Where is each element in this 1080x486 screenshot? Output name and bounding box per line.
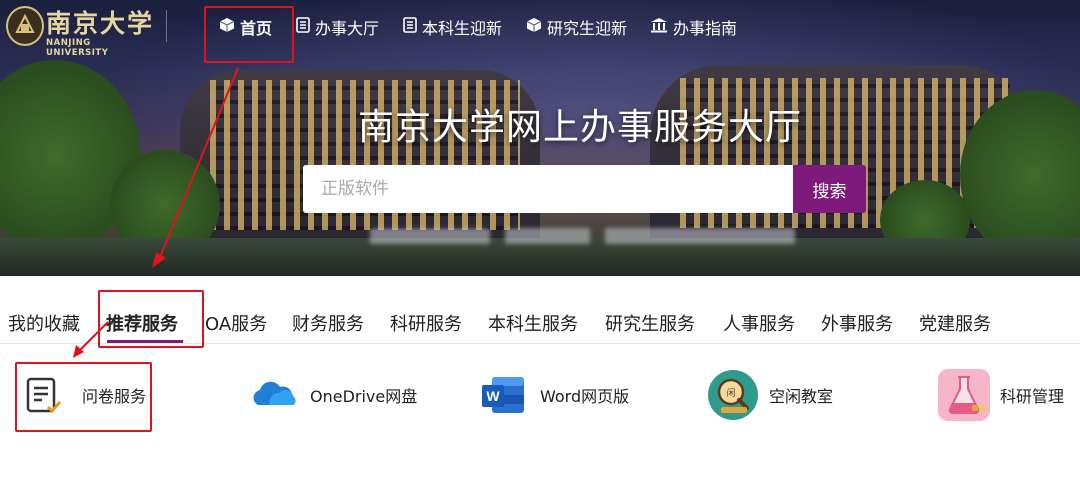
annotation-arrows <box>73 67 239 358</box>
